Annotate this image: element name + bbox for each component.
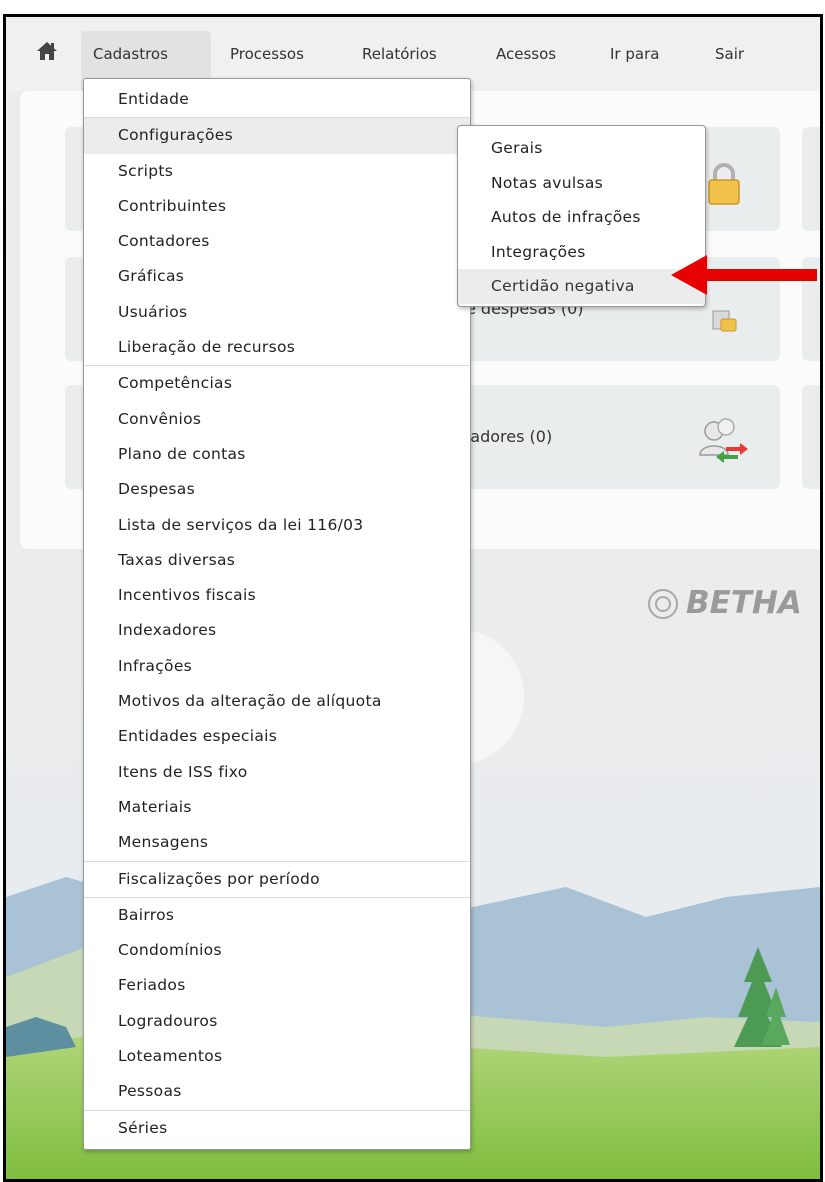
menu-item[interactable]: Bairros [84, 898, 470, 933]
app-window: Cadastros Processos Relatórios Acessos I… [3, 14, 823, 1182]
menu-item[interactable]: Loteamentos [84, 1039, 470, 1074]
configuracoes-submenu: Gerais Notas avulsas Autos de infrações Int… [457, 125, 706, 307]
nav-sair[interactable]: Sair [715, 45, 744, 63]
menu-item[interactable]: Entidades especiais [84, 719, 470, 754]
menu-item[interactable]: Séries [84, 1111, 470, 1146]
menu-item[interactable]: Motivos da alteração de alíquota [84, 684, 470, 719]
submenu-item[interactable]: Certidão negativa [458, 269, 705, 304]
menu-item[interactable]: Lista de serviços da lei 116/03 [84, 508, 470, 543]
submenu-item[interactable]: Notas avulsas [458, 166, 705, 201]
menu-item[interactable]: Itens de ISS fixo [84, 755, 470, 790]
betha-logo-icon [646, 587, 680, 625]
menu-item[interactable]: Logradouros [84, 1004, 470, 1039]
menu-item[interactable]: Indexadores [84, 613, 470, 648]
dashboard-card[interactable] [802, 385, 820, 489]
menu-item[interactable]: Usuários [84, 295, 470, 330]
submenu-item[interactable]: Gerais [458, 131, 705, 166]
menu-item[interactable]: Configurações [84, 118, 470, 154]
brand-name: BETHA [686, 585, 802, 621]
menu-item[interactable]: Infrações [84, 649, 470, 684]
padlock-icon [712, 307, 738, 337]
menu-item[interactable]: Fiscalizações por período [84, 862, 470, 897]
menu-item[interactable]: Condomínios [84, 933, 470, 968]
cadastros-dropdown-menu: Entidade Configurações Scripts Contribuinte… [83, 78, 471, 1150]
menu-item[interactable]: Convênios [84, 402, 470, 437]
padlock-icon [706, 163, 742, 209]
menu-item[interactable]: Mensagens [84, 825, 470, 860]
menu-item[interactable]: Feriados [84, 968, 470, 1003]
nav-relatorios[interactable]: Relatórios [362, 45, 437, 63]
menu-item[interactable]: Incentivos fiscais [84, 578, 470, 613]
submenu-item[interactable]: Autos de infrações [458, 200, 705, 235]
card-contadores-label: tadores (0) [464, 427, 553, 446]
menu-item[interactable]: Liberação de recursos [84, 330, 470, 365]
menu-item[interactable]: Contribuintes [84, 189, 470, 224]
menu-item[interactable]: Entidade [84, 82, 470, 117]
menu-item[interactable]: Plano de contas [84, 437, 470, 472]
home-icon[interactable] [36, 41, 58, 65]
nav-acessos[interactable]: Acessos [496, 45, 556, 63]
users-sync-icon [696, 415, 748, 467]
nav-ir-para[interactable]: Ir para [610, 45, 659, 63]
menu-item[interactable]: Contadores [84, 224, 470, 259]
menu-item[interactable]: Materiais [84, 790, 470, 825]
nav-processos[interactable]: Processos [230, 45, 304, 63]
dashboard-card[interactable] [802, 127, 820, 231]
arrow-left-icon [671, 255, 817, 295]
menu-item[interactable]: Despesas [84, 472, 470, 507]
menu-item[interactable]: Pessoas [84, 1074, 470, 1109]
submenu-item[interactable]: Integrações [458, 235, 705, 270]
menu-item[interactable]: Taxas diversas [84, 543, 470, 578]
menu-item[interactable]: Competências [84, 366, 470, 401]
menu-item[interactable]: Gráficas [84, 259, 470, 294]
menu-item[interactable]: Scripts [84, 154, 470, 189]
nav-cadastros[interactable]: Cadastros [93, 45, 168, 63]
